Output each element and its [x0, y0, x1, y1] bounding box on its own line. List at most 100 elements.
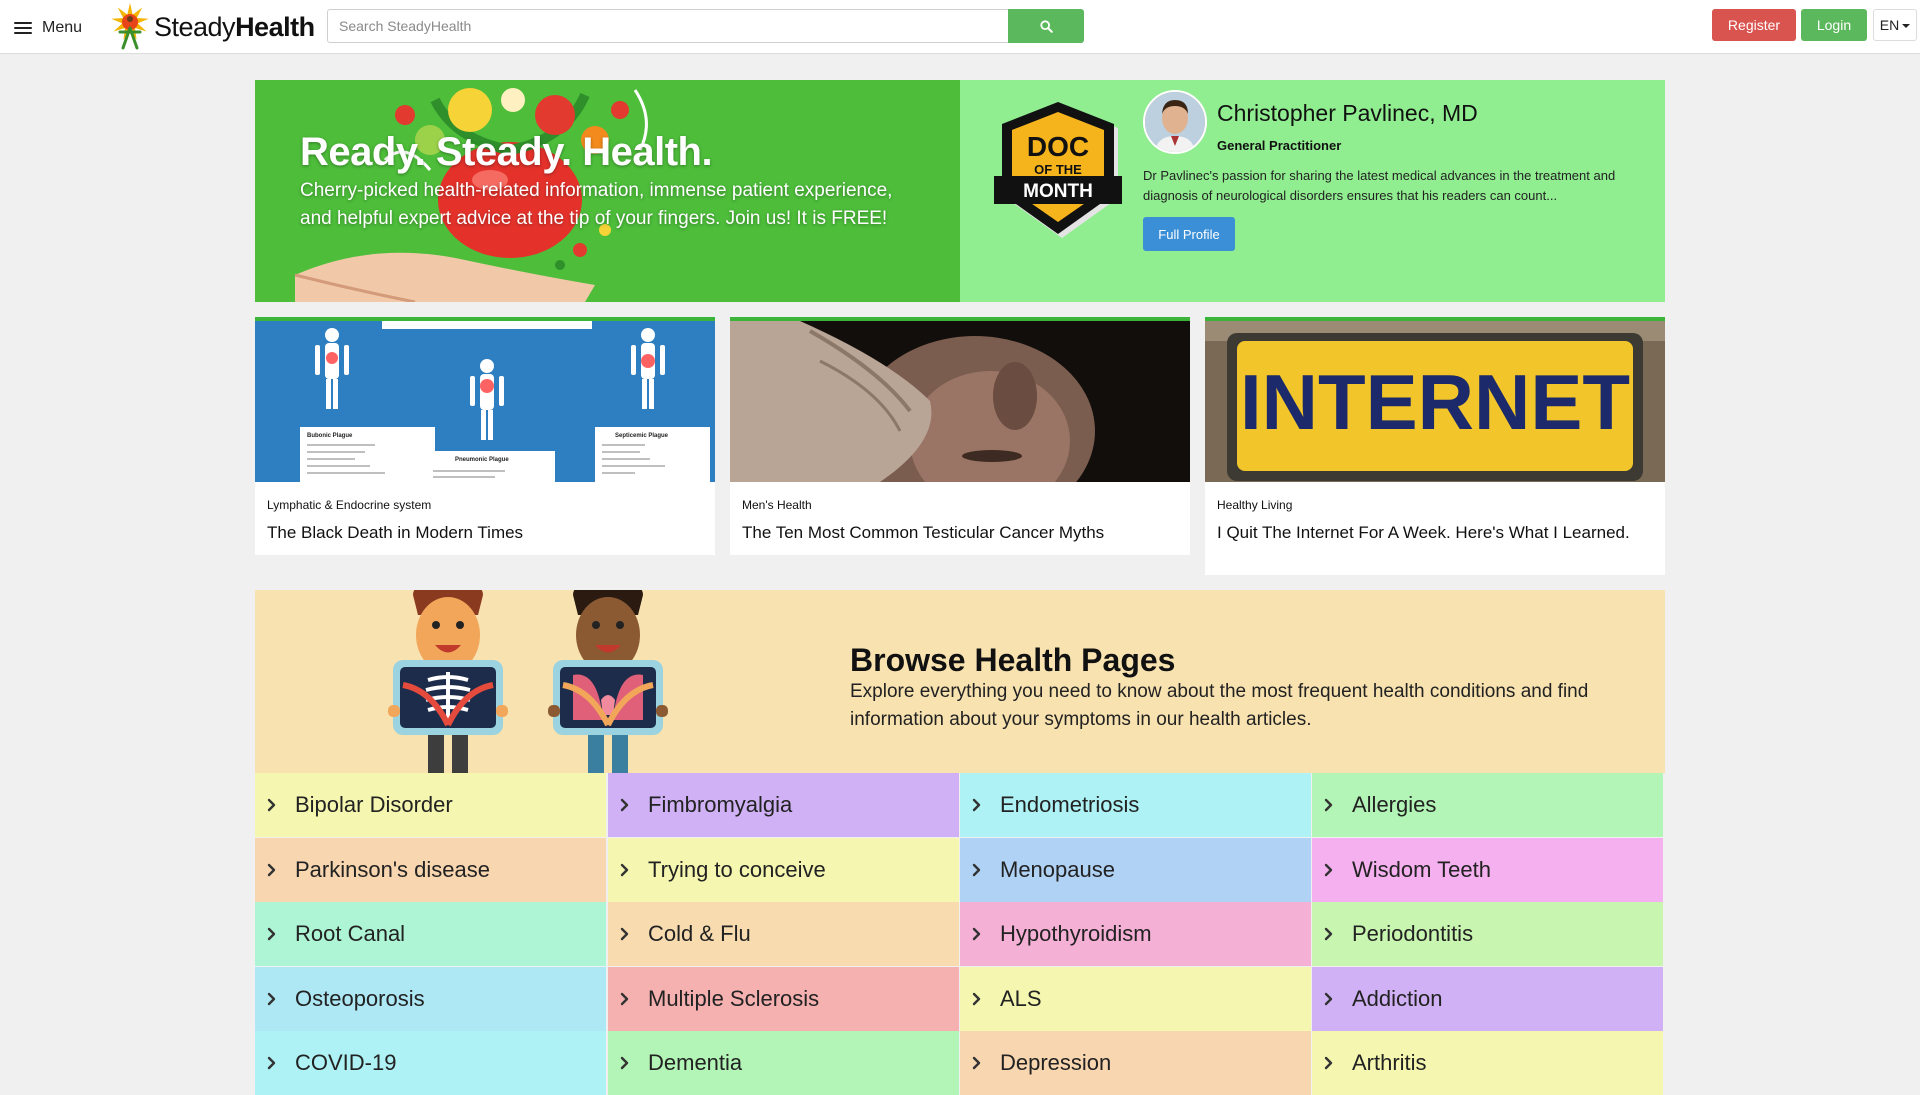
topic-tile[interactable]: Parkinson's disease [255, 837, 606, 902]
topic-label: Osteoporosis [295, 985, 425, 1011]
chevron-right-icon [972, 927, 1000, 941]
article-title[interactable]: I Quit The Internet For A Week. Here's W… [1217, 523, 1647, 543]
chevron-right-icon [972, 798, 1000, 812]
topic-tile[interactable]: Cold & Flu [608, 902, 959, 966]
topic-tile[interactable]: Trying to conceive [608, 837, 959, 902]
chevron-right-icon [1324, 798, 1352, 812]
topic-tile[interactable]: ALS [960, 966, 1311, 1031]
doc-of-the-month-badge: DOC OF THE MONTH [994, 102, 1122, 238]
steadyhealth-logo[interactable]: SteadyHealth [108, 2, 315, 52]
topic-label: Depression [1000, 1050, 1112, 1075]
chevron-right-icon [972, 1056, 1000, 1070]
chevron-right-icon [1324, 992, 1352, 1006]
topic-tile[interactable]: Multiple Sclerosis [608, 966, 959, 1031]
topic-label: Parkinson's disease [295, 856, 490, 882]
article-card-black-death[interactable]: Bubonic Plague Pneumonic Plague Septicem… [255, 317, 715, 555]
article-title[interactable]: The Ten Most Common Testicular Cancer My… [742, 523, 1172, 543]
logo-text-health: Health [235, 11, 315, 42]
logo-figure-icon [111, 3, 149, 50]
topic-tile[interactable]: Root Canal [255, 902, 606, 966]
topic-label: Hypothyroidism [1000, 921, 1152, 946]
topic-tile[interactable]: Fimbromyalgia [608, 773, 959, 837]
article-image-plague-diagram: Bubonic Plague Pneumonic Plague Septicem… [255, 317, 715, 482]
badge-line-month: MONTH [1023, 181, 1093, 202]
topic-label: Root Canal [295, 921, 406, 946]
topic-label: Addiction [1352, 985, 1443, 1011]
chevron-right-icon [972, 992, 1000, 1006]
search-icon [1039, 19, 1053, 33]
topic-label: Fimbromyalgia [648, 792, 793, 817]
menu-button[interactable]: Menu [14, 16, 82, 40]
image-label-septicemic: Septicemic Plague [615, 433, 669, 439]
image-label-pneumonic: Pneumonic Plague [455, 457, 509, 463]
topic-label: Dementia [648, 1050, 743, 1075]
badge-line-of-the: OF THE [1034, 162, 1082, 177]
topic-label: Bipolar Disorder [295, 792, 453, 817]
image-label-bubonic: Bubonic Plague [307, 433, 353, 439]
hero-description: Cherry-picked health-related information… [300, 180, 893, 229]
topic-label: Wisdom Teeth [1352, 856, 1491, 882]
caret-down-icon [1902, 24, 1911, 28]
topic-label: Menopause [1000, 856, 1115, 882]
chevron-right-icon [620, 798, 648, 812]
topic-label: Periodontitis [1352, 921, 1474, 946]
topic-tile[interactable]: Bipolar Disorder [255, 773, 606, 837]
chevron-right-icon [620, 927, 648, 941]
doctor-name[interactable]: Christopher Pavlinec, MD [1217, 100, 1478, 127]
language-code: EN [1879, 17, 1900, 33]
topic-tile[interactable]: Endometriosis [960, 773, 1311, 837]
article-card-testicular-cancer-myths[interactable]: Men's Health The Ten Most Common Testicu… [730, 317, 1190, 555]
topic-tile[interactable]: Menopause [960, 837, 1311, 902]
article-card-quit-internet[interactable]: INTERNET Healthy Living I Quit The Inter… [1205, 317, 1665, 575]
browse-description: Explore everything you need to know abou… [850, 681, 1589, 730]
topic-tile[interactable]: Dementia [608, 1031, 959, 1095]
topic-tile[interactable]: Arthritis [1312, 1031, 1663, 1095]
browse-title: Browse Health Pages [850, 642, 1176, 678]
article-image-worried-man [730, 317, 1190, 482]
topic-label: Allergies [1352, 792, 1437, 817]
topic-tile[interactable]: Allergies [1312, 773, 1663, 837]
topic-label: COVID-19 [295, 1050, 397, 1075]
topic-tile[interactable]: Depression [960, 1031, 1311, 1095]
doctor-description: Dr Pavlinec's passion for sharing the la… [1143, 168, 1616, 203]
hamburger-icon [14, 21, 32, 35]
topic-label: Arthritis [1352, 1050, 1427, 1075]
article-image-internet-sign: INTERNET [1205, 317, 1665, 482]
topic-label: Cold & Flu [648, 921, 751, 946]
login-button[interactable]: Login [1801, 9, 1867, 41]
chevron-right-icon [267, 863, 295, 877]
doctor-specialty: General Practitioner [1217, 138, 1342, 153]
search-input[interactable] [327, 9, 1008, 43]
topic-tile[interactable]: Osteoporosis [255, 966, 606, 1031]
chevron-right-icon [620, 863, 648, 877]
article-category[interactable]: Healthy Living [1217, 498, 1292, 512]
chevron-right-icon [267, 1056, 295, 1070]
article-category[interactable]: Lymphatic & Endocrine system [267, 498, 431, 512]
full-profile-button[interactable]: Full Profile [1143, 217, 1235, 251]
topic-tile[interactable]: Addiction [1312, 966, 1663, 1031]
chevron-right-icon [267, 798, 295, 812]
menu-label: Menu [42, 19, 83, 36]
chevron-right-icon [267, 927, 295, 941]
chevron-right-icon [1324, 863, 1352, 877]
xray-characters-illustration [388, 590, 668, 773]
language-selector[interactable]: EN [1873, 9, 1917, 41]
topic-tile[interactable]: Periodontitis [1312, 902, 1663, 966]
topic-label: Multiple Sclerosis [648, 985, 820, 1011]
doctor-avatar-image [1145, 92, 1205, 152]
topic-label: Trying to conceive [648, 856, 826, 882]
chevron-right-icon [620, 992, 648, 1006]
badge-line-doc: DOC [1027, 131, 1089, 162]
chevron-right-icon [1324, 1056, 1352, 1070]
chevron-right-icon [972, 863, 1000, 877]
article-title[interactable]: The Black Death in Modern Times [267, 523, 697, 543]
topic-tile[interactable]: Wisdom Teeth [1312, 837, 1663, 902]
topic-tile[interactable]: COVID-19 [255, 1031, 606, 1095]
topic-tile[interactable]: Hypothyroidism [960, 902, 1311, 966]
topic-label: Endometriosis [1000, 792, 1140, 817]
doctor-avatar[interactable] [1143, 90, 1207, 154]
register-button[interactable]: Register [1712, 9, 1796, 41]
browse-health-pages-banner: Browse Health Pages Explore everything y… [255, 590, 1665, 773]
search-button[interactable] [1008, 9, 1084, 43]
article-category[interactable]: Men's Health [742, 498, 812, 512]
